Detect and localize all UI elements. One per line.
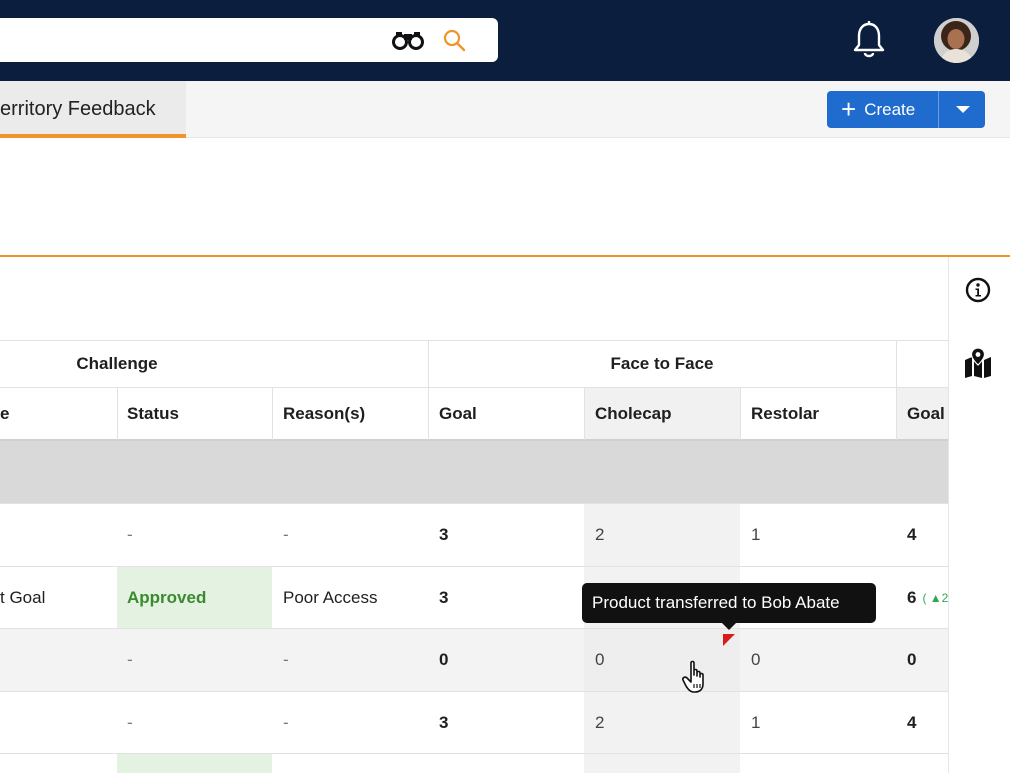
table-cell-cholecap[interactable]: 2	[595, 692, 604, 754]
group-header-face-to-face: Face to Face	[610, 353, 714, 373]
create-button[interactable]: + Create	[827, 91, 938, 128]
grid-line	[896, 340, 897, 440]
bell-icon[interactable]	[852, 20, 886, 60]
table-cell-cholecap[interactable]: 2	[595, 504, 604, 566]
grid-line	[584, 388, 585, 440]
column-header-goal[interactable]: Goal	[439, 388, 477, 440]
grid-line	[0, 503, 948, 504]
column-header-status[interactable]: Status	[127, 388, 179, 440]
column-header-cholecap[interactable]: Cholecap	[595, 388, 672, 440]
table-cell-status: -	[127, 525, 133, 544]
top-nav-bar	[0, 0, 1010, 81]
table-cell-goal: 3	[439, 588, 449, 607]
table-cell-restolar[interactable]: 0	[751, 629, 760, 691]
table-cell-status: -	[127, 713, 133, 732]
status-badge: Approved	[127, 588, 207, 607]
table-cell-restolar[interactable]: 1	[751, 504, 760, 566]
hover-row-bg	[0, 629, 948, 691]
column-header[interactable]: e	[0, 388, 9, 440]
pointer-hand-icon	[682, 660, 704, 693]
grid-line	[117, 388, 118, 440]
column-header-reasons[interactable]: Reason(s)	[283, 388, 365, 440]
group-header-challenge: Challenge	[76, 353, 158, 373]
table-cell-cholecap[interactable]: 0	[595, 629, 604, 691]
approved-cell-bg-partial	[117, 754, 272, 773]
table-cell-reasons: Poor Access	[283, 588, 378, 607]
avatar[interactable]	[934, 18, 979, 63]
trend-indicator: ( ▲2	[922, 591, 948, 605]
table-cell-goal: 3	[439, 525, 449, 544]
grid-line	[0, 753, 948, 754]
data-table: Challenge Face to Face e Status Reason(s…	[0, 340, 948, 773]
binoculars-icon[interactable]	[392, 30, 424, 50]
search-box[interactable]	[0, 18, 498, 62]
create-label: Create	[864, 99, 916, 119]
info-icon[interactable]	[965, 277, 991, 303]
grid-line	[740, 388, 741, 440]
column-header-restolar[interactable]: Restolar	[751, 388, 819, 440]
table-cell-reasons: -	[283, 650, 289, 669]
search-icon[interactable]	[442, 28, 466, 52]
section-divider	[0, 255, 1010, 257]
create-dropdown-toggle[interactable]	[938, 91, 985, 128]
search-input[interactable]	[8, 18, 378, 62]
plus-icon: +	[841, 93, 857, 124]
transfer-flag-marker[interactable]	[723, 634, 735, 646]
table-cell-truncated: t Goal	[0, 588, 46, 607]
table-cell-goal: 0	[907, 650, 917, 669]
group-row	[0, 440, 948, 503]
column-header-goal[interactable]: Goal	[907, 388, 945, 440]
table-cell-goal: 3	[439, 713, 449, 732]
table-cell-reasons: -	[283, 713, 289, 732]
table-cell-goal: 4	[907, 713, 917, 732]
table-cell-goal: 6	[907, 588, 917, 607]
table-cell-restolar[interactable]: 1	[751, 692, 760, 754]
table-cell-goal: 0	[439, 650, 449, 669]
table-cell-status: -	[127, 650, 133, 669]
tab-label: erritory Feedback	[0, 98, 156, 120]
grid-line	[272, 388, 273, 440]
table-cell-goal: 4	[907, 525, 917, 544]
table-cell-reasons: -	[283, 525, 289, 544]
tab-territory-feedback[interactable]: erritory Feedback	[0, 81, 186, 138]
map-icon[interactable]	[963, 348, 993, 378]
grid-line	[0, 691, 948, 692]
tooltip: Product transferred to Bob Abate	[582, 583, 876, 630]
right-rail	[948, 257, 1010, 773]
